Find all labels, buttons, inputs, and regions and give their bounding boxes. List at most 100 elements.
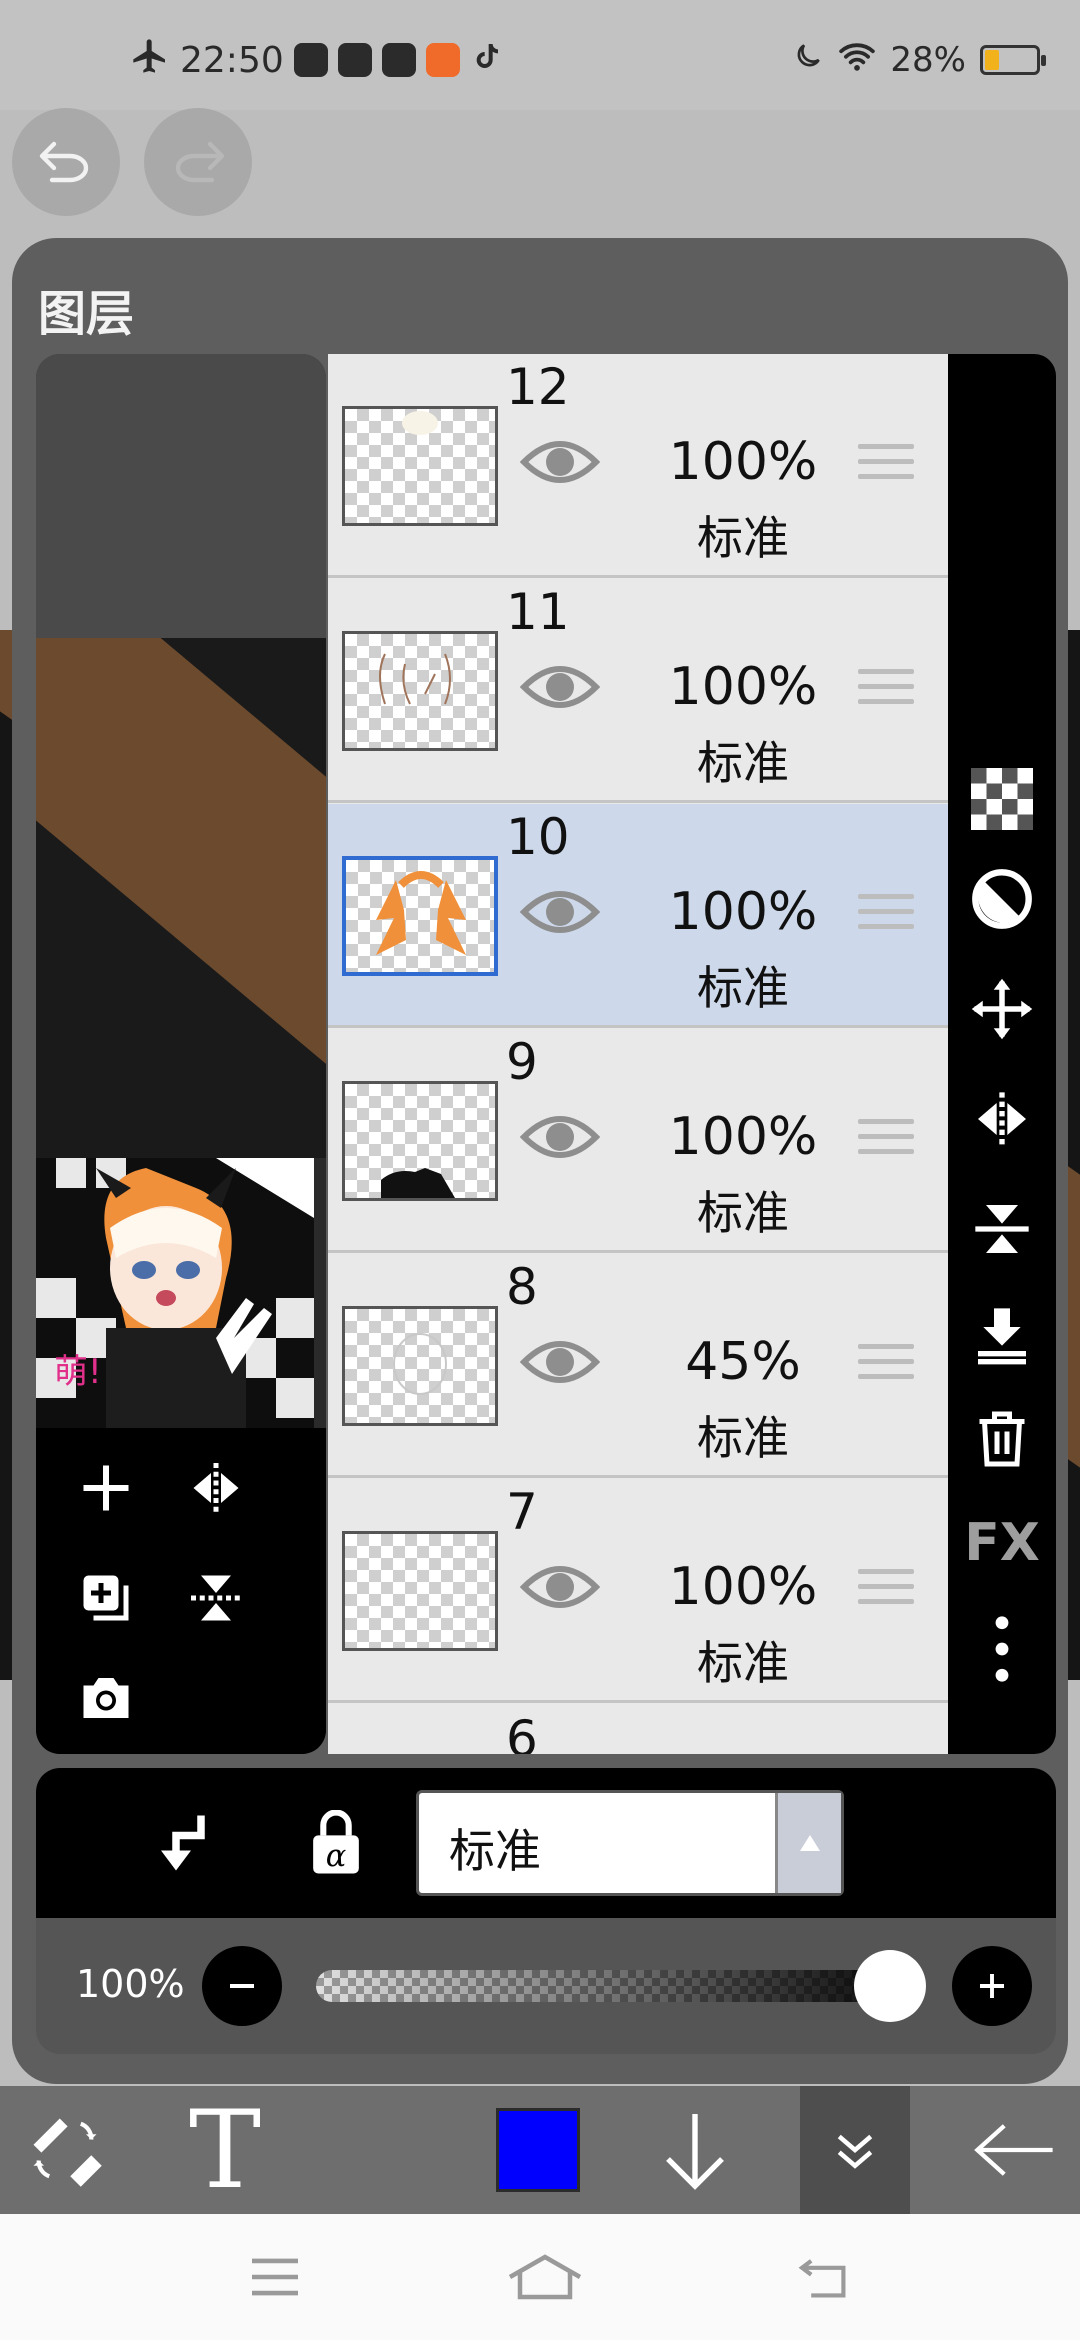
visibility-toggle[interactable] bbox=[519, 1559, 601, 1619]
layer-thumbnail[interactable] bbox=[342, 856, 498, 976]
layer-row[interactable]: 10 100% 标准 bbox=[328, 804, 948, 1028]
eye-icon bbox=[519, 441, 601, 483]
drag-handle[interactable] bbox=[858, 669, 914, 714]
more-options-button[interactable] bbox=[948, 1604, 1056, 1694]
clipping-button[interactable] bbox=[136, 1798, 226, 1888]
home-icon bbox=[508, 2254, 582, 2300]
drag-handle[interactable] bbox=[858, 444, 914, 489]
layer-thumbnail[interactable] bbox=[342, 1531, 498, 1651]
artwork-preview-image: 萌! bbox=[36, 1158, 314, 1428]
flip-vertical-icon bbox=[191, 1575, 241, 1621]
camera-import-button[interactable] bbox=[66, 1658, 146, 1738]
opacity-slider-thumb[interactable] bbox=[854, 1950, 926, 2022]
orange-app-icon bbox=[425, 43, 460, 77]
system-navigation-bar bbox=[0, 2214, 1080, 2340]
opacity-value-label: 100% bbox=[76, 1962, 185, 2006]
flip-horizontal-button[interactable] bbox=[176, 1448, 256, 1528]
duplicate-icon bbox=[83, 1575, 129, 1621]
brush-eraser-toggle-button[interactable] bbox=[10, 2086, 120, 2214]
moon-icon bbox=[792, 40, 824, 81]
move-button[interactable] bbox=[948, 964, 1056, 1054]
layers-panel-toggle-button[interactable] bbox=[800, 2086, 910, 2214]
eye-icon bbox=[519, 1116, 601, 1158]
current-color-swatch bbox=[496, 2108, 580, 2192]
back-button[interactable] bbox=[960, 2086, 1070, 2214]
music-app-icon bbox=[293, 43, 328, 77]
drag-handle[interactable] bbox=[858, 894, 914, 939]
flip-horizontal-icon bbox=[193, 1463, 239, 1513]
chevron-double-down-icon bbox=[837, 2134, 873, 2169]
clip-mask-button[interactable] bbox=[948, 854, 1056, 944]
layer-number: 9 bbox=[506, 1033, 538, 1091]
layer-opacity: 100% bbox=[668, 657, 818, 717]
opacity-control: 100% bbox=[36, 1918, 1056, 2054]
arrow-down-icon bbox=[666, 2114, 724, 2190]
merge-down-button[interactable] bbox=[948, 1290, 1056, 1380]
drag-handle[interactable] bbox=[858, 1344, 914, 1389]
layer-row[interactable]: 12 100% 标准 bbox=[328, 354, 948, 578]
plus-icon bbox=[83, 1465, 129, 1511]
panel-title: 图层 bbox=[38, 286, 135, 342]
layer-blend-mode: 标准 bbox=[697, 1411, 789, 1465]
undo-icon bbox=[39, 141, 89, 183]
battery-icon bbox=[980, 45, 1046, 75]
visibility-toggle[interactable] bbox=[519, 1109, 601, 1169]
layer-thumbnail[interactable] bbox=[342, 631, 498, 751]
layer-row[interactable]: 8 45% 标准 bbox=[328, 1254, 948, 1478]
layer-thumbnail[interactable] bbox=[342, 1081, 498, 1201]
layer-thumbnail[interactable] bbox=[342, 1306, 498, 1426]
fx-filter-button[interactable]: FX bbox=[948, 1498, 1056, 1588]
layer-blend-mode: 标准 bbox=[697, 1186, 789, 1240]
nav-back-button[interactable] bbox=[790, 2244, 860, 2310]
arrow-left-icon bbox=[974, 2124, 1053, 2176]
layer-row[interactable]: 11 100% 标准 bbox=[328, 579, 948, 803]
add-layer-button[interactable] bbox=[66, 1448, 146, 1528]
undo-button[interactable] bbox=[12, 108, 120, 216]
plus-icon bbox=[980, 1974, 1004, 1998]
redo-button[interactable] bbox=[144, 108, 252, 216]
opacity-slider-track[interactable] bbox=[316, 1970, 926, 2002]
clip-arrow-icon bbox=[161, 1815, 205, 1871]
visibility-toggle[interactable] bbox=[519, 884, 601, 944]
visibility-toggle[interactable] bbox=[519, 659, 601, 719]
wifi-icon bbox=[838, 40, 876, 81]
color-picker-button[interactable] bbox=[490, 2086, 586, 2214]
layer-thumbnail[interactable] bbox=[342, 406, 498, 526]
increase-opacity-button[interactable] bbox=[952, 1946, 1032, 2026]
status-bar: 22:50 28% bbox=[0, 0, 1080, 110]
camera-icon bbox=[83, 1678, 129, 1718]
drag-handle[interactable] bbox=[858, 1119, 914, 1164]
layer-row[interactable]: 7 100% 标准 bbox=[328, 1479, 948, 1703]
flip-horizontal-side-button[interactable] bbox=[948, 1074, 1056, 1164]
drag-handle[interactable] bbox=[858, 1569, 914, 1614]
text-tool-button[interactable]: T bbox=[170, 2086, 280, 2214]
layer-list[interactable]: 12 100% 标准 11 100% 标准 10 100% 标准 9 100% 标准 8 45% 标准 7 10… bbox=[328, 354, 948, 1754]
layer-opacity: 100% bbox=[668, 1557, 818, 1617]
delete-layer-button[interactable] bbox=[948, 1394, 1056, 1484]
visibility-toggle[interactable] bbox=[519, 434, 601, 494]
more-vertical-icon bbox=[995, 1616, 1009, 1682]
blend-mode-select[interactable]: 标准 bbox=[416, 1790, 844, 1896]
svg-text:萌!: 萌! bbox=[54, 1352, 102, 1392]
flip-vertical-side-button[interactable] bbox=[948, 1184, 1056, 1274]
layer-opacity: 100% bbox=[668, 432, 818, 492]
minus-icon bbox=[230, 1984, 254, 1988]
duplicate-layer-button[interactable] bbox=[66, 1558, 146, 1638]
decrease-opacity-button[interactable] bbox=[202, 1946, 282, 2026]
layer-number: 10 bbox=[506, 808, 570, 866]
layer-number: 8 bbox=[506, 1258, 538, 1316]
flip-vertical-button[interactable] bbox=[176, 1558, 256, 1638]
alpha-lock-button[interactable]: α bbox=[291, 1798, 381, 1888]
menu-icon bbox=[252, 2258, 298, 2296]
app-notification-icon bbox=[337, 43, 372, 77]
layer-row[interactable]: 9 100% 标准 bbox=[328, 1029, 948, 1253]
eye-icon bbox=[519, 1566, 601, 1608]
alpha-lock-icon: α bbox=[313, 1810, 359, 1874]
nav-home-button[interactable] bbox=[500, 2244, 590, 2310]
layer-down-button[interactable] bbox=[650, 2086, 740, 2214]
nav-menu-button[interactable] bbox=[240, 2244, 310, 2310]
canvas-preview-thumbnail[interactable]: 萌! bbox=[36, 1158, 314, 1428]
visibility-toggle[interactable] bbox=[519, 1334, 601, 1394]
transparency-lock-button[interactable] bbox=[948, 754, 1056, 844]
bottom-toolbar: T bbox=[0, 2086, 1080, 2214]
